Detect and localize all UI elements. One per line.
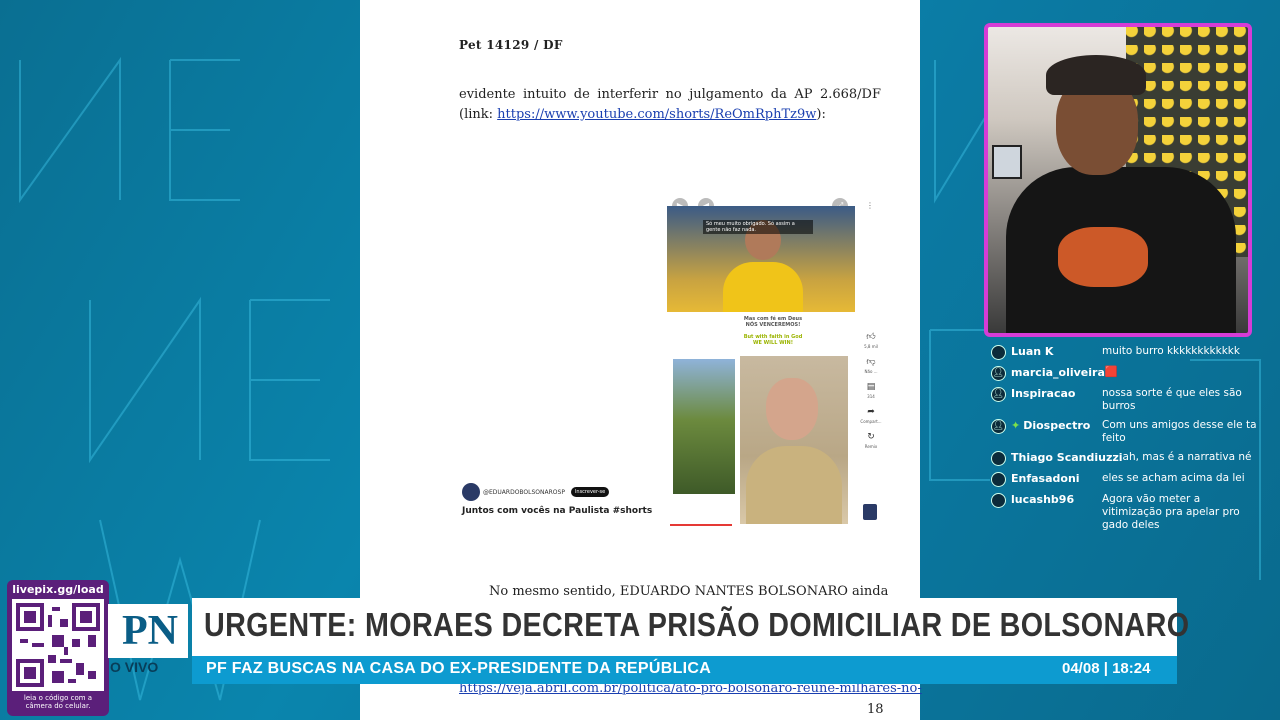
chat-username-text: Enfasadoni: [1011, 472, 1080, 485]
channel-logo: PN: [108, 604, 188, 658]
chat-text: eles se acham acima da lei: [1102, 472, 1245, 484]
chat-text: Com uns amigos desse ele ta feito: [1102, 419, 1257, 444]
datetime: 04/08 | 18:24: [1062, 660, 1151, 677]
chat-username-text: Diospectro: [1023, 419, 1091, 432]
avatar-icon: [991, 493, 1006, 508]
video-frame-speaker: [740, 356, 848, 524]
remix-label: Remix: [864, 444, 878, 449]
like-count: 5,8 mil: [864, 344, 878, 349]
paragraph-end: ):: [816, 107, 826, 122]
page-number: 18: [867, 702, 884, 717]
speaker-shirt: [723, 262, 803, 312]
chat-username-text: Thiago Scandiuzzi: [1011, 451, 1123, 464]
diamond-icon: ✦: [1011, 419, 1021, 432]
chat-username: lucashb96: [1011, 492, 1102, 507]
video-overlay-text: Mas com fé em Deus NÓS VENCEREMOS! But w…: [713, 316, 833, 346]
shirt-print: [1058, 227, 1148, 287]
person-icon: 👤︎: [991, 419, 1006, 434]
overlay-line-2: NÓS VENCEREMOS!: [745, 322, 801, 328]
chat-username: Enfasadoni: [1011, 471, 1102, 486]
qr-url: livepix.gg/load: [12, 583, 104, 596]
avatar-icon: [991, 345, 1006, 360]
live-label: O VIVO: [110, 659, 159, 675]
streamer-cap: [1046, 55, 1146, 95]
person-icon: 👤︎: [991, 387, 1006, 402]
chat-username: ✦ Diospectro: [1011, 418, 1102, 433]
qr-donation-box: livepix.gg/load leia o código com a câme…: [7, 580, 109, 716]
thumbnail-icon: [863, 504, 877, 520]
chat-text: muito burro kkkkkkkkkkkk: [1102, 345, 1240, 357]
document-paragraph: evidente intuito de interferir no julgam…: [459, 85, 881, 125]
chat-username-text: Inspiracao: [1011, 387, 1076, 400]
speaker-body: [746, 446, 842, 524]
speaker-face: [766, 378, 818, 440]
progress-bar: [670, 524, 732, 526]
chat-message: 👤︎ Inspiracao nossa sorte é que eles são b…: [991, 386, 1261, 413]
headline: URGENTE: MORAES DECRETA PRISÃO DOMICILIA…: [204, 606, 1190, 643]
qr-note: leia o código com a câmera do celular.: [23, 694, 93, 710]
chat-text: nossa sorte é que eles são burros: [1102, 387, 1242, 412]
channel-info: @EDUARDOBOLSONAROSP Inscrever-se: [462, 483, 610, 501]
chat-text: 🟥: [1104, 366, 1118, 378]
youtube-link[interactable]: https://www.youtube.com/shorts/ReOmRphTz…: [497, 107, 816, 122]
avatar-icon: [991, 451, 1006, 466]
tv-background: [992, 145, 1022, 179]
remix-icon: ↻: [867, 432, 875, 442]
channel-name: @EDUARDOBOLSONAROSP: [483, 488, 565, 496]
chat-panel: Luan K muito burro kkkkkkkkkkkk 👤︎ marcia_o…: [991, 344, 1261, 537]
chat-text: ah, mas é a narrativa né: [1122, 451, 1252, 463]
document-paragraph-2: No mesmo sentido, EDUARDO NANTES BOLSONA…: [489, 584, 889, 599]
chat-message: lucashb96 Agora vão meter a vitimização p…: [991, 492, 1261, 532]
embedded-short-screenshot: ▶ ◀ ⤢ ⋮ Só meu muito obrigado. Só assim …: [458, 194, 888, 529]
chat-message: Enfasadoni eles se acham acima da lei: [991, 471, 1261, 487]
short-title: Juntos com vocês na Paulista #shorts: [462, 506, 653, 516]
person-icon: 👤︎: [991, 366, 1006, 381]
video-frame-tree: [673, 359, 735, 494]
chat-message: Thiago Scandiuzzi ah, mas é a narrativa n…: [991, 450, 1261, 466]
chat-username: Inspiracao: [1011, 386, 1102, 401]
comment-count: 314: [867, 394, 875, 399]
qr-code: [12, 599, 104, 691]
comment-icon: ▤: [866, 382, 876, 392]
chat-username-text: marcia_oliveira: [1011, 366, 1105, 379]
subheadline: PF FAZ BUSCAS NA CASA DO EX-PRESIDENTE D…: [206, 660, 712, 677]
more-icon: ⋮: [866, 201, 874, 210]
chat-username: Luan K: [1011, 344, 1102, 359]
overlay-line-4: WE WILL WIN!: [753, 340, 793, 346]
document-header: Pet 14129 / DF: [459, 38, 563, 52]
chat-username: marcia_oliveira: [1011, 365, 1105, 380]
share-label: Compart...: [860, 419, 882, 424]
chat-username: Thiago Scandiuzzi: [1011, 450, 1123, 465]
dislike-label: Não ...: [864, 369, 878, 374]
share-icon: ➦: [867, 407, 875, 417]
short-actions: 👍︎ 5,8 mil 👎︎ Não ... ▤ 314 ➦ Compart...…: [858, 332, 884, 457]
chat-message: Luan K muito burro kkkkkkkkkkkk: [991, 344, 1261, 360]
chat-message: 👤︎ marcia_oliveira 🟥: [991, 365, 1261, 381]
chat-message: 👤︎ ✦ Diospectro Com uns amigos desse ele ta…: [991, 418, 1261, 445]
chat-text: Agora vão meter a vitimização pra apelar…: [1102, 493, 1240, 531]
qr-pattern: [16, 603, 100, 687]
webcam-frame: [984, 23, 1252, 337]
subscribe-button: Inscrever-se: [570, 487, 610, 497]
video-caption: Só meu muito obrigado. Só assim a gente …: [703, 220, 813, 234]
avatar-icon: [991, 472, 1006, 487]
channel-avatar: [462, 483, 480, 501]
chat-username-text: Luan K: [1011, 345, 1054, 358]
chat-username-text: lucashb96: [1011, 493, 1075, 506]
dislike-icon: 👎︎: [866, 357, 876, 367]
like-icon: 👍︎: [866, 332, 876, 342]
